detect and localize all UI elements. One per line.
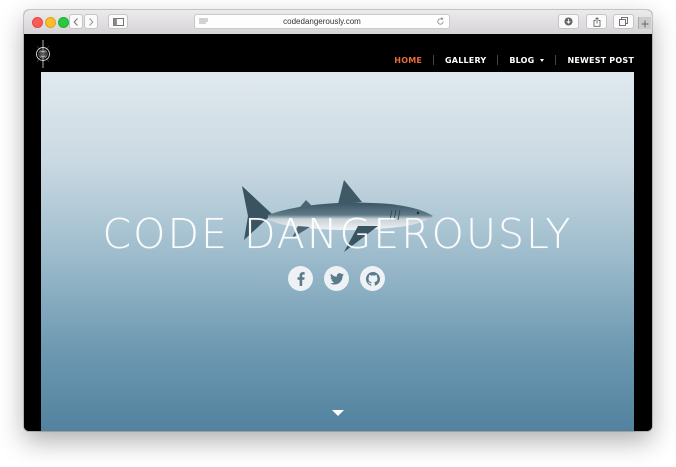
forward-button[interactable] bbox=[84, 14, 98, 29]
nav-divider bbox=[497, 55, 499, 65]
nav-gallery[interactable]: GALLERY bbox=[445, 56, 486, 65]
twitter-icon bbox=[329, 272, 344, 285]
hero-title: CODE DANGEROUSLY bbox=[102, 210, 573, 258]
social-links bbox=[288, 266, 385, 291]
browser-toolbar: codedangerously.com bbox=[24, 10, 652, 35]
nav-blog-label: BLOG bbox=[509, 55, 535, 65]
download-icon bbox=[564, 17, 573, 26]
hero-section: CODE DANGEROUSLY bbox=[41, 72, 634, 431]
new-tab-button[interactable] bbox=[638, 17, 651, 29]
website: HOME GALLERY BLOG NEWEST POST CODE DANGE… bbox=[24, 34, 652, 431]
share-icon bbox=[593, 16, 600, 27]
chevron-right-icon bbox=[89, 17, 94, 26]
minimize-window-button[interactable] bbox=[45, 17, 56, 28]
nav-divider bbox=[433, 55, 435, 65]
address-bar[interactable]: codedangerously.com bbox=[194, 14, 450, 29]
compass-emblem-icon[interactable] bbox=[34, 40, 52, 68]
zoom-window-button[interactable] bbox=[58, 17, 69, 28]
facebook-icon bbox=[297, 271, 305, 286]
sidebar-icon bbox=[112, 17, 124, 26]
nav-blog[interactable]: BLOG bbox=[509, 55, 545, 65]
close-window-button[interactable] bbox=[32, 17, 43, 28]
github-link[interactable] bbox=[360, 266, 385, 291]
downloads-button[interactable] bbox=[558, 14, 579, 29]
caret-down-icon bbox=[540, 58, 545, 62]
reload-icon[interactable] bbox=[436, 17, 445, 26]
scroll-down-icon[interactable] bbox=[332, 410, 344, 416]
sidebar-button[interactable] bbox=[108, 14, 128, 29]
browser-window: codedangerously.com HOME GALLERY BLOG NE… bbox=[24, 10, 652, 431]
twitter-link[interactable] bbox=[324, 266, 349, 291]
share-button[interactable] bbox=[586, 14, 607, 29]
facebook-link[interactable] bbox=[288, 266, 313, 291]
chevron-left-icon bbox=[73, 17, 78, 26]
main-nav: HOME GALLERY BLOG NEWEST POST bbox=[394, 55, 634, 65]
github-icon bbox=[365, 271, 380, 286]
tabs-overview-button[interactable] bbox=[613, 14, 634, 29]
nav-newest-post[interactable]: NEWEST POST bbox=[567, 56, 634, 65]
url-text: codedangerously.com bbox=[283, 17, 361, 26]
site-navbar: HOME GALLERY BLOG NEWEST POST bbox=[24, 34, 652, 72]
back-button[interactable] bbox=[69, 14, 83, 29]
nav-home[interactable]: HOME bbox=[394, 56, 422, 65]
tabs-overview-icon bbox=[619, 17, 628, 26]
nav-divider bbox=[555, 55, 557, 65]
plus-icon bbox=[641, 20, 649, 28]
